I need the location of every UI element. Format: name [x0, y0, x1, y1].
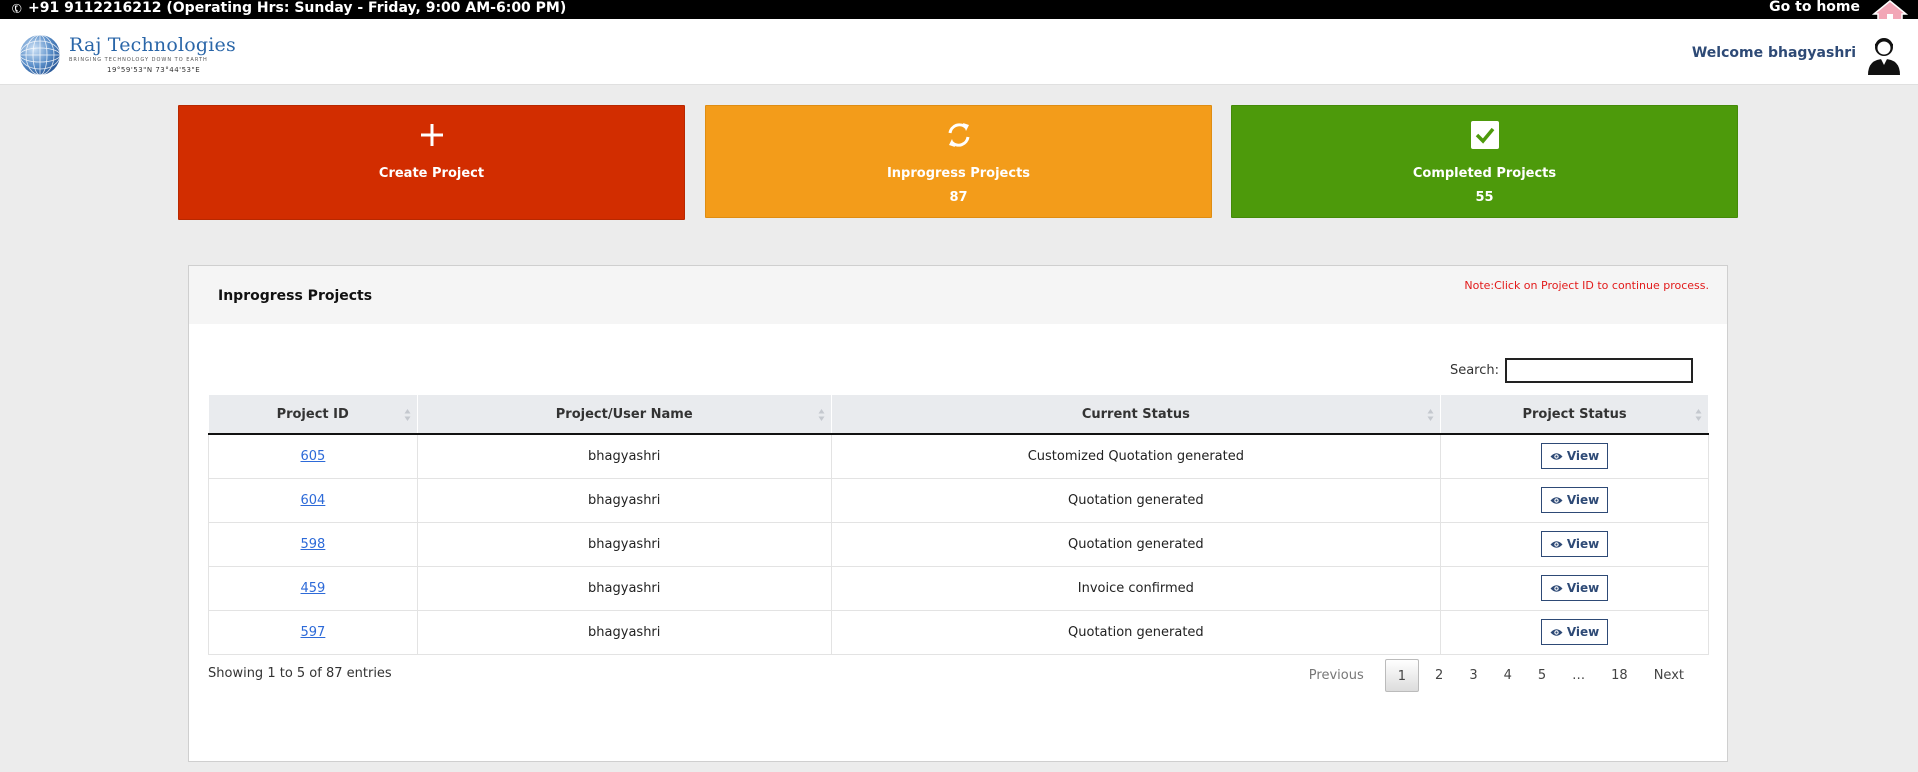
- eye-icon: [1550, 628, 1563, 636]
- pagination-ellipsis: …: [1572, 668, 1586, 683]
- page-2[interactable]: 2: [1422, 659, 1456, 692]
- table-row: 604 bhagyashri Quotation generated View: [208, 477, 1709, 523]
- user-name-cell: bhagyashri: [416, 433, 832, 479]
- project-id-link[interactable]: 598: [301, 537, 326, 552]
- user-name-cell: bhagyashri: [416, 477, 832, 523]
- sort-icon: [1695, 409, 1702, 421]
- project-id-link[interactable]: 605: [301, 449, 326, 464]
- user-name-cell: bhagyashri: [416, 565, 832, 611]
- create-project-card[interactable]: Create Project: [178, 105, 685, 220]
- logo-name: Raj Technologies: [69, 34, 236, 56]
- welcome-text: Welcome bhagyashri: [1691, 45, 1856, 61]
- search-input[interactable]: [1505, 358, 1693, 383]
- page-1[interactable]: 1: [1384, 659, 1420, 692]
- user-name-cell: bhagyashri: [416, 521, 832, 567]
- eye-icon: [1550, 584, 1563, 592]
- create-project-label: Create Project: [378, 166, 485, 181]
- table-header-row: Project ID Project/User Name Current Sta…: [208, 395, 1709, 435]
- view-button[interactable]: View: [1541, 575, 1609, 601]
- view-button[interactable]: View: [1541, 443, 1609, 470]
- current-status-cell: Quotation generated: [830, 477, 1442, 523]
- project-id-link[interactable]: 604: [301, 493, 326, 508]
- view-button[interactable]: View: [1541, 619, 1609, 645]
- projects-table: Project ID Project/User Name Current Sta…: [208, 395, 1709, 655]
- pagination: Previous 1 2 3 4 5 … 18 Next: [1296, 659, 1697, 692]
- table-row: 605 bhagyashri Customized Quotation gene…: [208, 433, 1709, 479]
- checkbox-icon: [1470, 121, 1499, 149]
- eye-icon: [1550, 453, 1563, 460]
- phone-text: +91 9112216212 (Operating Hrs: Sunday - …: [28, 0, 567, 16]
- sort-icon: [404, 409, 411, 421]
- logo[interactable]: Raj Technologies BRINGING TECHNOLOGY DOW…: [18, 33, 236, 77]
- eye-icon: [1550, 496, 1563, 504]
- column-header-user-name[interactable]: Project/User Name: [417, 395, 832, 435]
- search-label: Search:: [1449, 363, 1499, 378]
- user-icon[interactable]: [1866, 35, 1902, 75]
- table-info: Showing 1 to 5 of 87 entries: [208, 666, 392, 681]
- view-button[interactable]: View: [1541, 531, 1609, 557]
- contact-info: ✆ +91 9112216212 (Operating Hrs: Sunday …: [9, 0, 567, 18]
- go-to-home-link[interactable]: Go to home: [1769, 0, 1860, 14]
- current-status-cell: Invoice confirmed: [830, 565, 1442, 611]
- eye-icon: [1550, 540, 1563, 548]
- page-18[interactable]: 18: [1598, 659, 1641, 692]
- table-row: 597 bhagyashri Quotation generated View: [208, 609, 1709, 655]
- current-status-cell: Quotation generated: [830, 521, 1442, 567]
- phone-icon: ✆: [9, 0, 25, 18]
- globe-logo-icon: [19, 34, 61, 76]
- view-button[interactable]: View: [1541, 487, 1609, 513]
- top-bar: ✆ +91 9112216212 (Operating Hrs: Sunday …: [0, 0, 1918, 22]
- pagination-next[interactable]: Next: [1641, 659, 1697, 692]
- completed-projects-card[interactable]: Completed Projects 55: [1231, 105, 1738, 218]
- user-name-cell: bhagyashri: [416, 609, 832, 655]
- plus-icon: [420, 124, 443, 146]
- panel-header: Inprogress Projects Note:Click on Projec…: [189, 266, 1727, 324]
- pagination-previous[interactable]: Previous: [1296, 659, 1382, 692]
- current-status-cell: Customized Quotation generated: [830, 433, 1442, 479]
- logo-coordinates: 19°59'53"N 73°44'53"E: [107, 66, 201, 74]
- completed-projects-label: Completed Projects: [1412, 166, 1557, 181]
- table-row: 459 bhagyashri Invoice confirmed View: [208, 565, 1709, 611]
- page-3[interactable]: 3: [1456, 659, 1490, 692]
- column-header-current-status[interactable]: Current Status: [831, 395, 1442, 435]
- search-box: Search:: [1450, 358, 1693, 383]
- page-5[interactable]: 5: [1525, 659, 1559, 692]
- inprogress-projects-count: 87: [949, 190, 968, 205]
- page-4[interactable]: 4: [1491, 659, 1525, 692]
- refresh-icon: [948, 123, 969, 147]
- inprogress-projects-label: Inprogress Projects: [886, 166, 1031, 181]
- logo-tagline: BRINGING TECHNOLOGY DOWN TO EARTH: [69, 57, 208, 63]
- panel-title: Inprogress Projects: [218, 288, 373, 304]
- column-header-project-status[interactable]: Project Status: [1440, 395, 1709, 435]
- inprogress-projects-card[interactable]: Inprogress Projects 87: [705, 105, 1212, 218]
- inprogress-projects-panel: Inprogress Projects Note:Click on Projec…: [188, 265, 1728, 762]
- project-id-link[interactable]: 597: [301, 625, 326, 640]
- sort-icon: [818, 409, 825, 421]
- header: Raj Technologies BRINGING TECHNOLOGY DOW…: [0, 19, 1918, 85]
- sort-icon: [1427, 409, 1434, 421]
- project-id-link[interactable]: 459: [301, 581, 326, 596]
- completed-projects-count: 55: [1475, 190, 1494, 205]
- column-header-project-id[interactable]: Project ID: [208, 395, 418, 435]
- current-status-cell: Quotation generated: [830, 609, 1442, 655]
- table-row: 598 bhagyashri Quotation generated View: [208, 521, 1709, 567]
- panel-note: Note:Click on Project ID to continue pro…: [1464, 279, 1709, 292]
